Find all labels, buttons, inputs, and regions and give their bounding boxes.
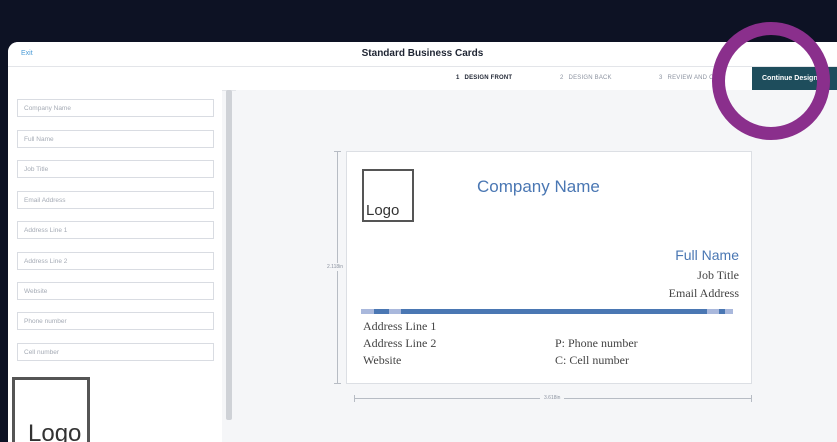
cell-number-field[interactable]: Cell number xyxy=(17,343,214,361)
stripe-segment xyxy=(707,309,719,314)
logo-upload-label: Logo xyxy=(28,420,82,442)
card-logo-label: Logo xyxy=(366,202,400,219)
card-accent-stripe xyxy=(361,309,733,314)
stripe-segment xyxy=(361,309,374,314)
email-address-field[interactable]: Email Address xyxy=(17,191,214,209)
step-design-back[interactable]: 2 DESIGN BACK xyxy=(560,75,612,81)
card-phone[interactable]: P: Phone number xyxy=(555,336,638,351)
card-address-line-2[interactable]: Address Line 2 xyxy=(363,336,436,351)
steps-bar: 1 DESIGN FRONT 2 DESIGN BACK 3 REVIEW AND O… xyxy=(8,67,837,91)
top-bar: Exit Standard Business Cards xyxy=(8,42,837,67)
card-cell[interactable]: C: Cell number xyxy=(555,353,629,368)
arrow-right-icon: → xyxy=(823,75,831,82)
step-number: 1 xyxy=(456,75,460,81)
height-dimension-label: 2.118in xyxy=(327,263,344,271)
address-line-1-field[interactable]: Address Line 1 xyxy=(17,221,214,239)
stripe-segment xyxy=(725,309,733,314)
step-number: 3 xyxy=(659,75,663,81)
step-label: REVIEW AND OR xyxy=(667,75,719,81)
continue-design-button[interactable]: Continue Design → xyxy=(752,67,837,90)
width-dimension-label: 3.618in xyxy=(540,395,565,401)
full-name-field[interactable]: Full Name xyxy=(17,130,214,148)
website-field[interactable]: Website xyxy=(17,282,214,300)
form-panel: Company Name Full Name Job Title Email A… xyxy=(8,90,222,442)
card-address-line-1[interactable]: Address Line 1 xyxy=(363,319,436,334)
address-line-2-field[interactable]: Address Line 2 xyxy=(17,252,214,270)
stripe-segment xyxy=(389,309,401,314)
card-full-name[interactable]: Full Name xyxy=(675,247,739,263)
card-website[interactable]: Website xyxy=(363,353,401,368)
card-company-name[interactable]: Company Name xyxy=(477,177,600,197)
step-label: DESIGN BACK xyxy=(568,75,612,81)
step-design-front[interactable]: 1 DESIGN FRONT xyxy=(456,75,512,81)
business-card-preview[interactable]: Logo Company Name Full Name Job Title Em… xyxy=(346,151,752,384)
card-email[interactable]: Email Address xyxy=(669,286,739,301)
continue-label: Continue Design xyxy=(762,75,818,82)
phone-number-field[interactable]: Phone number xyxy=(17,312,214,330)
job-title-field[interactable]: Job Title xyxy=(17,160,214,178)
company-name-field[interactable]: Company Name xyxy=(17,99,214,117)
card-job-title[interactable]: Job Title xyxy=(697,268,739,283)
card-logo[interactable]: Logo xyxy=(362,169,414,222)
page-title: Standard Business Cards xyxy=(361,48,484,59)
step-number: 2 xyxy=(560,75,564,81)
step-review-and-order[interactable]: 3 REVIEW AND OR xyxy=(659,75,719,81)
form-scrollbar[interactable] xyxy=(226,90,232,420)
step-label: DESIGN FRONT xyxy=(464,75,513,81)
logo-upload[interactable]: Logo xyxy=(12,377,90,442)
